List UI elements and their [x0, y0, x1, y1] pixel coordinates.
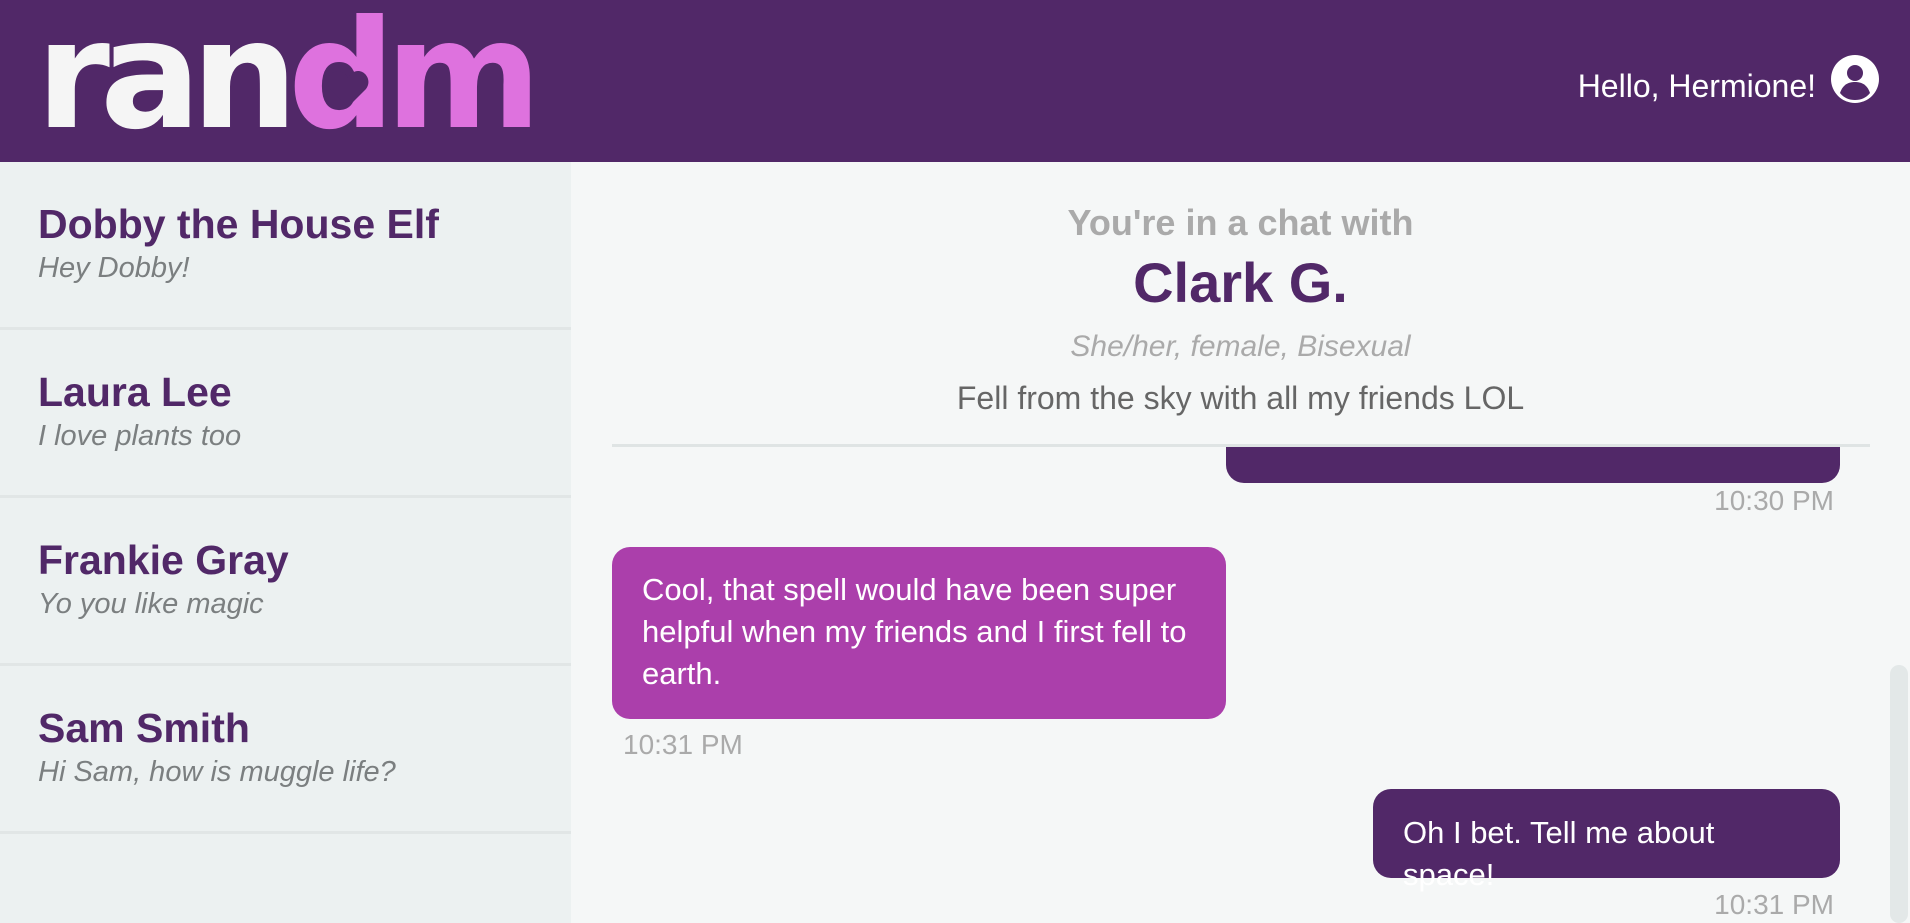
logo-text-ran: ran — [36, 0, 298, 163]
partner-bio: Fell from the sky with all my friends LO… — [956, 380, 1525, 416]
chat-list-item-dobby[interactable]: Dobby the House Elf Hey Dobby! — [0, 162, 571, 330]
chat-partner-header: You're in a chat with Clark G. She/her, … — [571, 162, 1910, 446]
chat-list-item-frankie[interactable]: Frankie Gray Yo you like magic — [0, 498, 571, 666]
chat-item-name: Dobby the House Elf — [38, 201, 439, 247]
chat-item-preview: I love plants too — [38, 420, 242, 452]
logo-text-dm-label: dm — [287, 0, 542, 163]
message-timestamp: 10:31 PM — [1714, 889, 1834, 920]
chat-panel: You're in a chat with Clark G. She/her, … — [571, 162, 1910, 923]
chat-scrollbar-thumb[interactable] — [1890, 665, 1908, 923]
message-list[interactable]: 10:30 PM Cool, that spell would have bee… — [571, 447, 1910, 923]
message-bubble-sent: Oh I bet. Tell me about space! — [1373, 789, 1840, 892]
app-header: ran dm Hello, Hermione! — [0, 0, 1910, 162]
chat-item-preview: Hey Dobby! — [38, 252, 190, 284]
partner-name: Clark G. — [1133, 251, 1348, 314]
chat-item-preview: Yo you like magic — [38, 588, 264, 620]
chat-list-item-laura[interactable]: Laura Lee I love plants too — [0, 330, 571, 498]
chat-list-item-sam[interactable]: Sam Smith Hi Sam, how is muggle life? — [0, 666, 571, 834]
logo-text-dm: dm — [288, 1, 542, 151]
chat-item-name: Laura Lee — [38, 369, 232, 415]
chat-item-name: Frankie Gray — [38, 537, 289, 583]
randm-logo[interactable]: ran dm — [36, 1, 542, 151]
chat-list-sidebar: Dobby the House Elf Hey Dobby! Laura Lee… — [0, 162, 571, 923]
chat-intro-text: You're in a chat with — [1067, 202, 1414, 243]
heart-icon — [327, 71, 369, 107]
user-greeting: Hello, Hermione! — [1577, 68, 1816, 104]
message-bubble-received: Cool, that spell would have been super h… — [612, 547, 1226, 719]
chat-item-preview: Hi Sam, how is muggle life? — [38, 756, 396, 788]
message-bubble-sent — [1226, 447, 1840, 483]
partner-identity: She/her, female, Bisexual — [1070, 330, 1411, 363]
message-timestamp: 10:31 PM — [623, 729, 743, 760]
user-circle-icon[interactable] — [1831, 55, 1879, 103]
chat-item-name: Sam Smith — [38, 705, 250, 751]
message-timestamp: 10:30 PM — [1714, 485, 1834, 516]
